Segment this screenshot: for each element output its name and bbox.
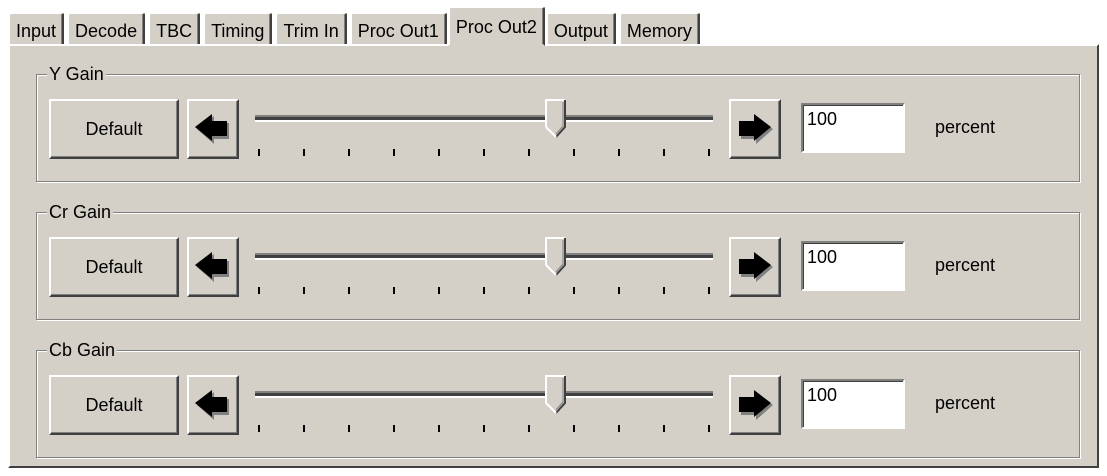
cr-gain-default-button[interactable]: Default: [49, 237, 179, 297]
slider-tick: [348, 425, 350, 432]
slider-tick: [393, 425, 395, 432]
cb-gain-slider[interactable]: [247, 373, 721, 439]
cb-gain-value-input[interactable]: 100: [801, 379, 905, 429]
y-gain-value-input[interactable]: 100: [801, 103, 905, 153]
slider-tick: [393, 149, 395, 156]
slider-tick: [303, 425, 305, 432]
slider-tick: [528, 425, 530, 432]
arrow-left-icon: [195, 114, 229, 144]
arrow-left-icon: [195, 390, 229, 420]
cb-gain-group: Cb Gain Default 100 percent: [36, 338, 1080, 458]
slider-thumb[interactable]: [545, 99, 567, 139]
group-title: Y Gain: [47, 62, 106, 86]
slider-track: [255, 391, 713, 398]
slider-tick: [618, 149, 620, 156]
button-label: Default: [85, 118, 143, 139]
slider-track: [255, 253, 713, 260]
slider-tick: [708, 149, 710, 156]
slider-tick: [573, 425, 575, 432]
slider-tick: [663, 425, 665, 432]
slider-tick: [663, 287, 665, 294]
arrow-left-icon: [195, 252, 229, 282]
slider-tick: [618, 287, 620, 294]
slider-tick: [258, 425, 260, 432]
slider-tick: [303, 149, 305, 156]
slider-tick: [348, 287, 350, 294]
slider-tick: [258, 149, 260, 156]
tab-output[interactable]: Output: [545, 12, 616, 46]
cr-gain-slider[interactable]: [247, 235, 721, 301]
slider-tick: [483, 425, 485, 432]
button-label: Default: [85, 256, 143, 277]
arrow-right-icon: [739, 114, 773, 144]
group-title: Cb Gain: [47, 338, 118, 362]
tab-timing[interactable]: Timing: [203, 12, 273, 46]
y-gain-group: Y Gain Default 100 percent: [36, 62, 1080, 182]
slider-tick: [618, 425, 620, 432]
group-title: Cr Gain: [47, 200, 114, 224]
slider-tick: [708, 425, 710, 432]
slider-tick: [528, 287, 530, 294]
proc-out2-panel: Y Gain Default 100 percent Cr Gain Defau…: [8, 44, 1099, 468]
slider-tick: [438, 149, 440, 156]
slider-thumb[interactable]: [545, 237, 567, 277]
unit-label: percent: [935, 393, 996, 413]
y-gain-default-button[interactable]: Default: [49, 99, 179, 159]
slider-tick: [663, 149, 665, 156]
slider-tick: [438, 425, 440, 432]
slider-tick: [708, 287, 710, 294]
arrow-right-icon: [739, 390, 773, 420]
tab-tbc[interactable]: TBC: [148, 12, 201, 46]
cb-gain-decrease-button[interactable]: [187, 375, 239, 435]
cr-gain-group: Cr Gain Default 100 percent: [36, 200, 1080, 320]
slider-tick: [438, 287, 440, 294]
tab-proc-out2[interactable]: Proc Out2: [447, 6, 545, 46]
slider-track: [255, 115, 713, 122]
slider-tick: [258, 287, 260, 294]
slider-tick: [573, 287, 575, 294]
slider-tick: [303, 287, 305, 294]
cr-gain-decrease-button[interactable]: [187, 237, 239, 297]
slider-tick: [348, 149, 350, 156]
slider-tick: [483, 149, 485, 156]
y-gain-increase-button[interactable]: [729, 99, 781, 159]
unit-label: percent: [935, 117, 996, 137]
cr-gain-increase-button[interactable]: [729, 237, 781, 297]
button-label: Default: [85, 394, 143, 415]
y-gain-slider[interactable]: [247, 97, 721, 163]
tab-proc-out1[interactable]: Proc Out1: [349, 12, 447, 46]
slider-tick: [483, 287, 485, 294]
cr-gain-value-input[interactable]: 100: [801, 241, 905, 291]
slider-tick: [393, 287, 395, 294]
y-gain-decrease-button[interactable]: [187, 99, 239, 159]
tab-decode[interactable]: Decode: [67, 12, 146, 46]
unit-label: percent: [935, 255, 996, 275]
tab-input[interactable]: Input: [8, 12, 65, 46]
tab-memory[interactable]: Memory: [618, 12, 700, 46]
cb-gain-increase-button[interactable]: [729, 375, 781, 435]
tab-bar: Input Decode TBC Timing Trim In Proc Out…: [8, 6, 703, 46]
slider-tick: [573, 149, 575, 156]
slider-tick: [528, 149, 530, 156]
cb-gain-default-button[interactable]: Default: [49, 375, 179, 435]
slider-thumb[interactable]: [545, 375, 567, 415]
tab-trim-in[interactable]: Trim In: [275, 12, 347, 46]
arrow-right-icon: [739, 252, 773, 282]
